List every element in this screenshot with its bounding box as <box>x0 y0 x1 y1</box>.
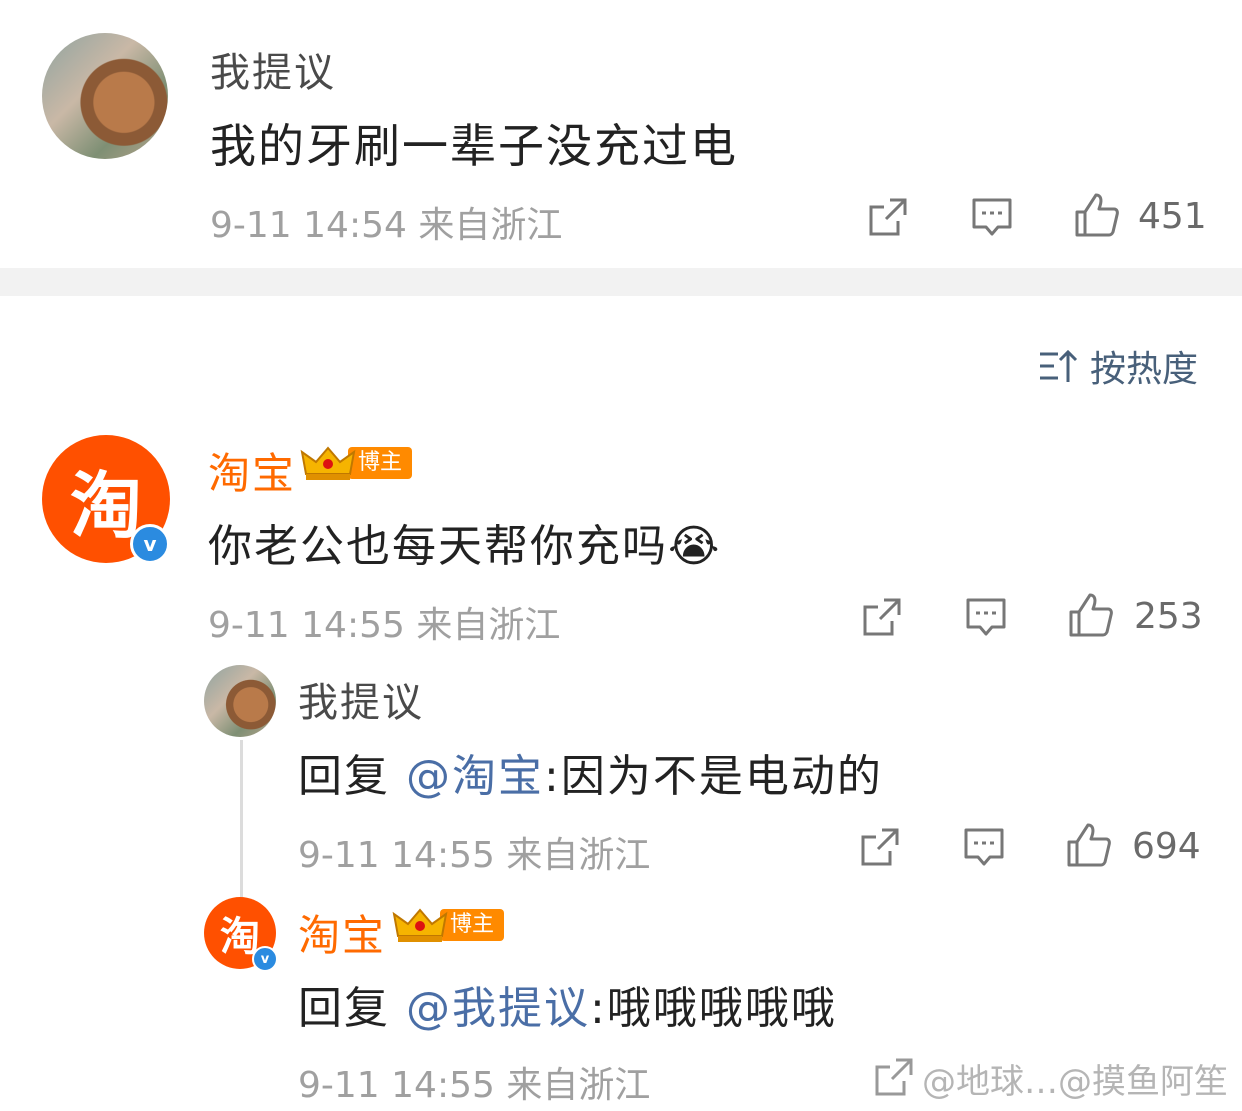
reply-text: :哦哦哦哦哦 <box>590 983 837 1034</box>
verified-icon: v <box>130 524 170 564</box>
reply-meta: 9-11 14:55 来自浙江 <box>298 1065 651 1106</box>
reply-meta: 9-11 14:55 来自浙江 <box>298 835 651 876</box>
share-icon[interactable] <box>874 1057 914 1097</box>
reply-avatar[interactable] <box>204 665 276 737</box>
mention-link[interactable]: @我提议 <box>406 983 590 1034</box>
mention-link[interactable]: @淘宝 <box>406 751 544 802</box>
comment-icon[interactable] <box>966 597 1006 637</box>
share-icon[interactable] <box>868 197 908 237</box>
like-count: 253 <box>1134 596 1203 637</box>
sort-label: 按热度 <box>1089 349 1198 390</box>
thread-line <box>240 740 243 900</box>
post-content: 我的牙刷一辈子没充过电 <box>210 119 738 173</box>
comment-content: 你老公也每天帮你充吗😭 <box>208 510 721 574</box>
comment-username[interactable]: 淘宝 <box>208 440 296 501</box>
like-icon[interactable] <box>1074 192 1120 238</box>
like-icon[interactable] <box>1068 592 1114 638</box>
avatar[interactable] <box>42 33 168 159</box>
share-icon[interactable] <box>860 827 900 867</box>
comment-meta: 9-11 14:55 来自浙江 <box>208 605 561 646</box>
reply-prefix: 回复 <box>298 751 406 802</box>
sort-by-hot-button[interactable]: 按热度 <box>1038 340 1198 392</box>
blogger-badge: 博主 <box>392 906 505 944</box>
like-count: 451 <box>1138 196 1207 237</box>
reply-text: :因为不是电动的 <box>544 751 883 802</box>
badge-label: 博主 <box>440 909 505 941</box>
reply-username[interactable]: 我提议 <box>298 670 424 728</box>
crown-icon <box>392 908 448 942</box>
sort-icon <box>1039 349 1078 382</box>
blogger-badge: 博主 <box>300 444 413 482</box>
like-count: 694 <box>1132 826 1201 867</box>
watermark: @地球…@摸鱼阿笙 <box>922 1062 1228 1102</box>
verified-icon: v <box>252 946 278 972</box>
comment-icon[interactable] <box>972 197 1012 237</box>
reply-username[interactable]: 淘宝 <box>298 902 386 963</box>
post-meta: 9-11 14:54 来自浙江 <box>210 205 563 246</box>
reply-content: 回复 @我提议:哦哦哦哦哦 <box>298 972 837 1036</box>
comment-text: 你老公也每天帮你充吗 <box>208 521 668 572</box>
like-icon[interactable] <box>1066 822 1112 868</box>
post-username[interactable]: 我提议 <box>210 40 336 98</box>
crown-icon <box>300 446 356 480</box>
reply-prefix: 回复 <box>298 983 406 1034</box>
weibo-comments-page: 我提议 我的牙刷一辈子没充过电 9-11 14:54 来自浙江 451 按热度 … <box>0 0 1242 1111</box>
badge-label: 博主 <box>348 447 413 479</box>
comment-icon[interactable] <box>964 827 1004 867</box>
share-icon[interactable] <box>862 597 902 637</box>
crying-emoji: 😭 <box>668 521 722 572</box>
reply-content: 回复 @淘宝:因为不是电动的 <box>298 740 883 804</box>
section-divider <box>0 268 1242 296</box>
original-post: 我提议 我的牙刷一辈子没充过电 9-11 14:54 来自浙江 451 <box>0 0 1242 268</box>
